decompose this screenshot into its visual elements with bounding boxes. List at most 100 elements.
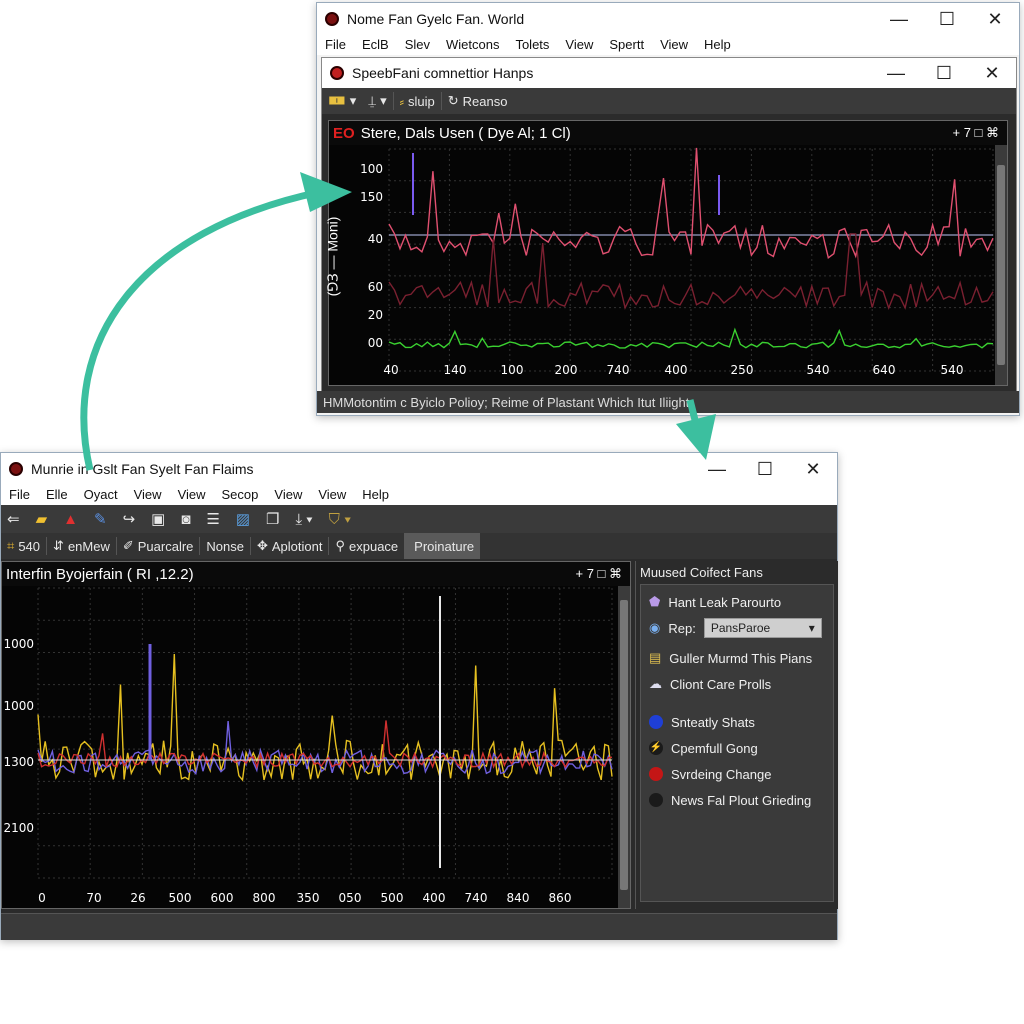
panel-item-label: Rep: (668, 620, 696, 636)
top-plot-controls[interactable]: + 7 □ ⌘ (952, 125, 999, 141)
image-icon[interactable]: ▨ (230, 505, 256, 533)
plot-title-prefix: EO (333, 124, 355, 142)
tab-aplotiont[interactable]: ✥ Aplotiont (251, 533, 329, 559)
legend-item[interactable]: ⚡ Cpemfull Gong (649, 735, 825, 761)
minimize-icon[interactable]: — (875, 3, 923, 35)
bottom-chart-svg: 1000 1000 1300 2100 0 70 26 500 600 800 350 050 500 4… (3, 587, 613, 905)
x-tick-label: 500 (169, 891, 192, 905)
pin-icon: ⍊ (368, 93, 377, 108)
top-plot-scrollbar[interactable] (995, 145, 1007, 385)
legend-item[interactable]: Svrdeing Change (649, 761, 825, 787)
tab-enmew-label: enMew (67, 538, 110, 554)
legend-dot-green: ⚡ (649, 741, 663, 755)
bmenu-secop[interactable]: Secop (214, 487, 267, 502)
list-icon[interactable]: ☰ (200, 505, 225, 533)
panel-spacer (649, 697, 825, 709)
bmenu-elle[interactable]: Elle (38, 487, 76, 502)
purple-gem-icon: ⬟ (649, 594, 661, 609)
x-tick-label: 740 (465, 891, 488, 905)
bmenu-view-2[interactable]: View (170, 487, 214, 502)
tab-proinature[interactable]: Proinature (404, 533, 481, 559)
tab-enmew[interactable]: ⇵ enMew (47, 533, 116, 559)
bmenu-view-4[interactable]: View (310, 487, 354, 502)
x-tick-label: 400 (423, 891, 446, 905)
tab-nonse[interactable]: Nonse (200, 533, 250, 559)
camera-icon[interactable]: ◙ (175, 505, 196, 533)
x-tick-label: 400 (665, 363, 688, 377)
inner-maximize-icon[interactable]: ☐ (920, 57, 968, 89)
bottom-icon-toolbar: ⇐ ▰ ▲ ✎ ↪ ▣ ◙ ☰ ▨ ❐ ⤓ ▾ ⛉ ▾ (1, 505, 837, 533)
side-panel-title: Muused Coifect Fans (640, 565, 763, 580)
maximize-icon[interactable]: ☐ (923, 3, 971, 35)
bottom-plot-scrollbar[interactable] (618, 586, 630, 908)
reanso-label: Reanso (462, 93, 508, 109)
tab-expuace[interactable]: ⚲ expuace (329, 533, 404, 559)
menu-slev[interactable]: Slev (397, 37, 438, 52)
x-tick-label: 70 (86, 891, 101, 905)
menu-help[interactable]: Help (696, 37, 739, 52)
x-tick-label: 500 (381, 891, 404, 905)
bottom-maximize-icon[interactable]: ☐ (741, 453, 789, 485)
bottom-minimize-icon[interactable]: — (693, 453, 741, 485)
bmenu-view-3[interactable]: View (266, 487, 310, 502)
menu-view[interactable]: View (557, 37, 601, 52)
panel-item-guller[interactable]: ▤ Guller Murmd This Pians (649, 645, 825, 671)
copy-icon[interactable]: ❐ (260, 505, 285, 533)
inner-close-icon[interactable]: ✕ (968, 57, 1016, 89)
menu-edit[interactable]: EclB (354, 37, 397, 52)
panel-item-label: Cliont Care Prolls (670, 676, 772, 692)
sluip-icon: ⸗ (399, 93, 404, 109)
bottom-scroll-thumb[interactable] (620, 600, 628, 890)
bmenu-view[interactable]: View (126, 487, 170, 502)
sluip-button[interactable]: ⸗ sluip (394, 88, 441, 114)
menu-tolets[interactable]: Tolets (507, 37, 557, 52)
inner-minimize-icon[interactable]: — (872, 57, 920, 89)
menu-spertt[interactable]: Spertt (601, 37, 652, 52)
reanso-button[interactable]: ↻ Reanso (442, 88, 514, 114)
menu-wietcons[interactable]: Wietcons (438, 37, 507, 52)
pin-tool-button[interactable]: ⍊ ▾ (362, 88, 392, 114)
legend-item[interactable]: Snteatly Shats (649, 709, 825, 735)
shield-icon[interactable]: ⛉ ▾ (323, 505, 358, 533)
inner-app-icon (330, 66, 344, 80)
download-icon[interactable]: ⤓ ▾ (289, 505, 318, 533)
bmenu-file[interactable]: File (1, 487, 38, 502)
tab-540[interactable]: ⌗ 540 (1, 533, 46, 559)
top-plot-title: Stere, Dals Usen ( Dye Al; 1 Cl) (360, 124, 571, 142)
x-tick-label: 40 (383, 363, 398, 377)
top-scroll-thumb[interactable] (997, 165, 1005, 365)
top-window: Nome Fan Gyelc Fan. World — ☐ ✕ File Ecl… (316, 2, 1020, 416)
warning-icon[interactable]: ▲ (57, 505, 84, 533)
x-tick-label: 350 (297, 891, 320, 905)
legend-label: News Fal Plout Grieding (671, 792, 812, 808)
x-tick-label: 140 (444, 363, 467, 377)
bmenu-oyact[interactable]: Oyact (76, 487, 126, 502)
panel-item-hant-leak[interactable]: ⬟ Hant Leak Parourto (649, 589, 825, 615)
panel-item-cliont[interactable]: ☁ Cliont Care Prolls (649, 671, 825, 697)
tab-enmew-icon: ⇵ (53, 538, 64, 553)
clipboard-icon[interactable]: ▣ (145, 505, 171, 533)
brush-icon[interactable]: ✎ (88, 505, 113, 533)
tab-puarcalre[interactable]: ✐ Puarcalre (117, 533, 200, 559)
chart-tool-button[interactable]: 🀰 ▾ (322, 88, 362, 114)
redo-icon[interactable]: ↪ (117, 505, 142, 533)
refresh-icon: ↻ (447, 93, 459, 108)
folder-open-icon[interactable]: ▰ (30, 505, 54, 533)
bottom-close-icon[interactable]: ✕ (789, 453, 837, 485)
legend-label: Snteatly Shats (671, 714, 755, 730)
side-panel-body: ⬟ Hant Leak Parourto ◉ Rep: PansParoe ▾ ▤ Gul… (640, 584, 834, 902)
panel-item-label: Hant Leak Parourto (668, 594, 782, 610)
back-icon[interactable]: ⇐ (1, 505, 26, 533)
legend-item[interactable]: News Fal Plout Grieding (649, 787, 825, 813)
x-tick-label: 640 (873, 363, 896, 377)
rep-select-value: PansParoe (710, 621, 771, 635)
bottom-plot-controls[interactable]: + 7 □ ⌘ (575, 566, 622, 582)
close-icon[interactable]: ✕ (971, 3, 1019, 35)
menu-view-2[interactable]: View (652, 37, 696, 52)
bmenu-help[interactable]: Help (354, 487, 397, 502)
x-tick-label: 250 (731, 363, 754, 377)
inner-window: SpeebFani comnettior Hanps — ☐ ✕ 🀰 ▾ ⍊ ▾ ⸗… (321, 57, 1017, 393)
panel-item-rep[interactable]: ◉ Rep: PansParoe ▾ (649, 615, 825, 641)
menu-file[interactable]: File (317, 37, 354, 52)
rep-select[interactable]: PansParoe ▾ (703, 618, 822, 638)
